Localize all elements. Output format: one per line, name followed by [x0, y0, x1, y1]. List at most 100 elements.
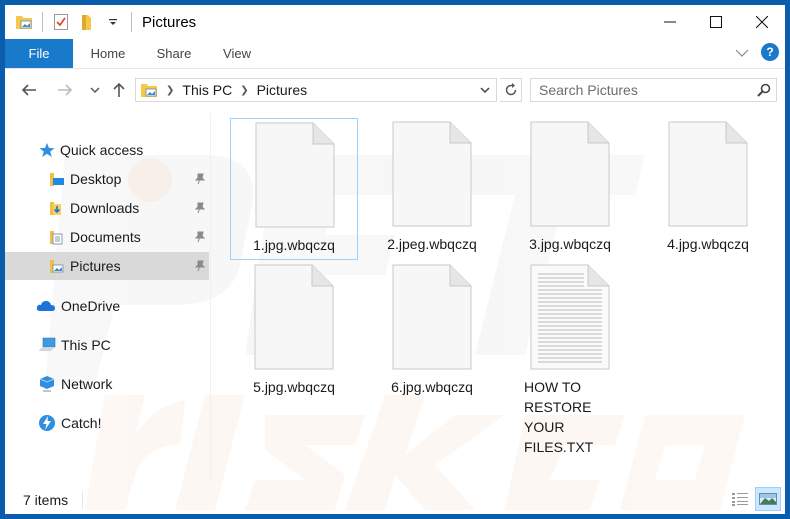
file-item[interactable]: 2.jpeg.wbqczq — [368, 118, 496, 254]
downloads-folder-icon — [48, 199, 66, 217]
file-name: 2.jpeg.wbqczq — [387, 236, 477, 252]
sidebar-item-label: Quick access — [60, 142, 144, 158]
file-item[interactable]: 3.jpg.wbqczq — [506, 118, 634, 254]
search-icon[interactable] — [752, 83, 776, 97]
file-name: 1.jpg.wbqczq — [253, 237, 335, 253]
sidebar-item-label: OneDrive — [61, 298, 121, 314]
tab-home[interactable]: Home — [81, 39, 135, 68]
toolbar-separator — [131, 12, 132, 32]
pin-icon[interactable] — [194, 230, 206, 246]
forward-arrow-icon — [58, 84, 73, 96]
quick-access-toolbar: Pictures — [5, 5, 196, 39]
sidebar-item-quick-access[interactable]: Quick access — [5, 136, 209, 164]
address-bar[interactable]: ❯ This PC ❯ Pictures — [135, 78, 497, 102]
sidebar-item-this-pc[interactable]: This PC — [5, 331, 209, 359]
pictures-folder-icon[interactable] — [14, 12, 34, 32]
details-view-icon — [732, 493, 748, 506]
file-name: 6.jpg.wbqczq — [391, 379, 473, 395]
file-name: 3.jpg.wbqczq — [529, 236, 611, 252]
pin-icon[interactable] — [194, 172, 206, 188]
blank-file-icon — [506, 118, 634, 230]
file-name: 4.jpg.wbqczq — [667, 236, 749, 252]
tab-view[interactable]: View — [213, 39, 261, 68]
file-name: HOW TO RESTORE YOUR FILES.TXT — [524, 379, 594, 455]
sidebar-item-documents[interactable]: Documents — [5, 223, 209, 251]
text-file-icon — [506, 261, 634, 373]
view-switcher — [725, 487, 781, 511]
window-controls — [647, 5, 785, 39]
close-button[interactable] — [739, 5, 785, 39]
up-arrow-icon — [113, 82, 125, 97]
pin-icon[interactable] — [194, 201, 206, 217]
window-title: Pictures — [142, 13, 197, 31]
sidebar-item-label: Downloads — [70, 200, 140, 216]
file-item[interactable]: 5.jpg.wbqczq — [230, 261, 358, 397]
sidebar-item-label: Desktop — [70, 171, 122, 187]
expand-ribbon-button[interactable] — [735, 44, 749, 60]
breadcrumb-separator: ❯ — [166, 84, 175, 96]
toolbar-separator — [42, 12, 43, 32]
minimize-button[interactable] — [647, 5, 693, 39]
breadcrumb-this-pc[interactable]: This PC — [182, 82, 232, 98]
details-view-button[interactable] — [727, 487, 753, 511]
sidebar-item-onedrive[interactable]: OneDrive — [5, 292, 209, 320]
pictures-folder-icon — [48, 257, 66, 275]
sidebar-item-label: Catch! — [61, 415, 102, 431]
breadcrumb-separator: ❯ — [240, 84, 249, 96]
tab-file[interactable]: File — [5, 39, 73, 68]
breadcrumb: ❯ This PC ❯ Pictures — [136, 82, 474, 98]
navigation-pane: Quick access Desktop Downloads Documents — [5, 113, 211, 481]
sidebar-item-desktop[interactable]: Desktop — [5, 165, 209, 193]
catch-icon — [37, 414, 57, 432]
sidebar-item-downloads[interactable]: Downloads — [5, 194, 209, 222]
forward-button[interactable] — [55, 80, 75, 100]
help-button[interactable]: ? — [761, 43, 779, 61]
star-icon — [38, 141, 56, 159]
status-bar: 7 items — [5, 485, 785, 514]
address-dropdown-button[interactable] — [474, 87, 496, 93]
up-button[interactable] — [109, 80, 129, 100]
sidebar-item-pictures[interactable]: Pictures — [5, 252, 209, 280]
title-bar: Pictures — [5, 5, 785, 39]
sidebar-item-catch[interactable]: Catch! — [5, 409, 209, 437]
blank-file-icon — [644, 118, 772, 230]
tab-share[interactable]: Share — [149, 39, 199, 68]
navigation-bar: ❯ This PC ❯ Pictures — [5, 70, 785, 110]
network-icon — [37, 375, 57, 393]
ribbon: File Home Share View ? — [5, 39, 785, 69]
item-count: 7 items — [23, 491, 69, 508]
blank-file-icon — [368, 118, 496, 230]
refresh-button[interactable] — [500, 78, 522, 102]
blank-file-icon — [368, 261, 496, 373]
new-folder-icon[interactable] — [77, 12, 97, 32]
search-input[interactable] — [531, 82, 752, 98]
status-separator — [82, 490, 84, 509]
large-icons-view-icon — [759, 493, 777, 505]
search-box — [530, 78, 777, 102]
pictures-folder-icon — [141, 84, 157, 97]
properties-icon[interactable] — [51, 12, 71, 32]
file-item[interactable]: HOW TO RESTORE YOUR FILES.TXT — [506, 261, 634, 457]
sidebar-item-network[interactable]: Network — [5, 370, 209, 398]
chevron-down-icon — [735, 49, 749, 57]
documents-folder-icon — [48, 228, 66, 246]
recent-locations-button[interactable] — [85, 80, 105, 100]
sidebar-item-label: Pictures — [70, 258, 121, 274]
file-item[interactable]: 6.jpg.wbqczq — [368, 261, 496, 397]
back-button[interactable] — [19, 80, 39, 100]
recent-locations-icon — [90, 87, 100, 93]
large-icons-view-button[interactable] — [755, 487, 781, 511]
file-item[interactable]: 1.jpg.wbqczq — [230, 118, 358, 260]
sidebar-item-label: Documents — [70, 229, 141, 245]
blank-file-icon — [231, 119, 359, 231]
file-explorer-window: Pictures File Home Share View ? ❯ This P… — [5, 5, 785, 514]
blank-file-icon — [230, 261, 358, 373]
back-arrow-icon — [21, 84, 36, 96]
maximize-button[interactable] — [693, 5, 739, 39]
pin-icon[interactable] — [194, 259, 206, 275]
chevron-down-icon — [480, 87, 490, 93]
customize-dropdown-icon[interactable] — [103, 12, 123, 32]
file-item[interactable]: 4.jpg.wbqczq — [644, 118, 772, 254]
breadcrumb-pictures[interactable]: Pictures — [257, 82, 308, 98]
sidebar-item-label: Network — [61, 376, 113, 392]
